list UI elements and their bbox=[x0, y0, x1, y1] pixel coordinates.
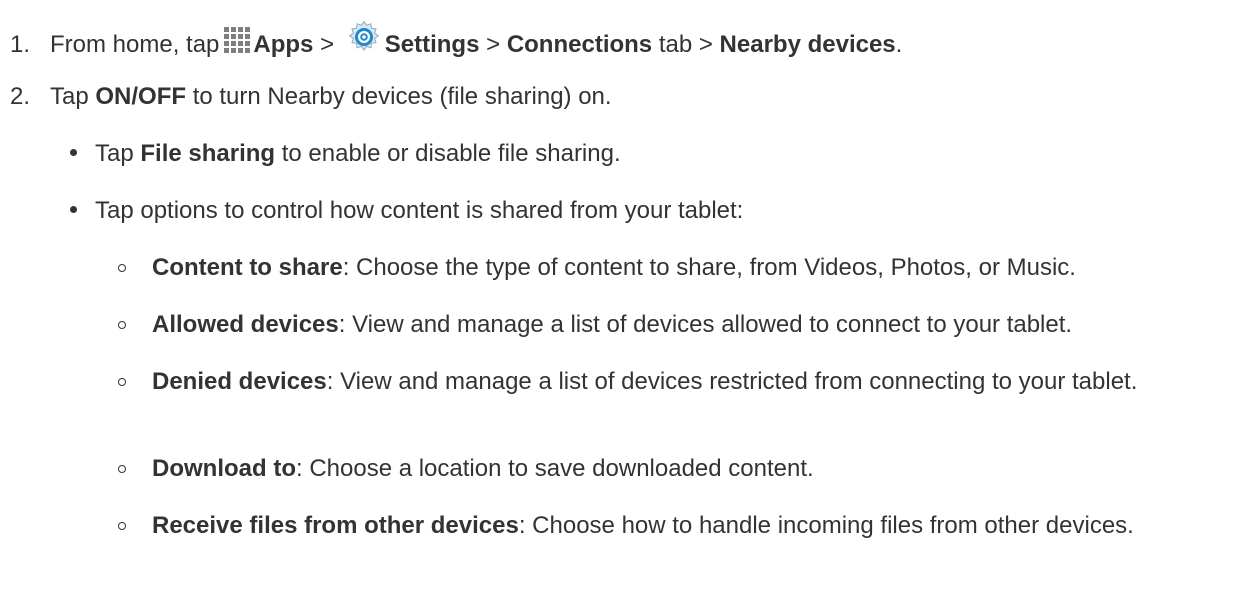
bullet-file-sharing: Tap File sharing to enable or disable fi… bbox=[66, 139, 621, 169]
sub-bullet-ring bbox=[118, 522, 126, 530]
step-text: to turn Nearby devices (file sharing) on… bbox=[186, 83, 612, 110]
step-number: 2. bbox=[10, 83, 31, 110]
option-denied-devices: Denied devices: View and manage a list o… bbox=[118, 367, 1222, 397]
step-text: From home, tap bbox=[50, 31, 220, 58]
settings-label: Settings bbox=[384, 31, 480, 58]
option-description: : View and manage a list of devices allo… bbox=[338, 311, 1073, 338]
option-download-to: Download to: Choose a location to save d… bbox=[118, 454, 1242, 484]
sub-bullet-ring bbox=[118, 465, 126, 473]
on-off-label: ON/OFF bbox=[95, 83, 187, 110]
bullet-dot bbox=[70, 149, 77, 157]
option-description: : Choose how to handle incoming files fr… bbox=[518, 512, 1134, 539]
option-label: Denied devices bbox=[152, 368, 327, 395]
nearby-devices-label: Nearby devices bbox=[719, 31, 896, 58]
step-text: tab > bbox=[652, 31, 720, 58]
settings-gear-icon bbox=[347, 20, 381, 54]
option-description: : View and manage a list of devices rest… bbox=[326, 368, 1138, 395]
option-receive-files: Receive files from other devices: Choose… bbox=[118, 511, 1192, 541]
step-text: Tap bbox=[50, 83, 96, 110]
option-label: Content to share bbox=[152, 254, 343, 281]
step-1: 1. From home, tap Apps > Settings > Conne… bbox=[10, 20, 902, 60]
separator: > bbox=[313, 31, 341, 58]
bullet-options: Tap options to control how content is sh… bbox=[66, 196, 743, 226]
separator: > bbox=[479, 31, 507, 58]
option-description: : Choose a location to save downloaded c… bbox=[295, 455, 814, 482]
option-content-to-share: Content to share: Choose the type of con… bbox=[118, 253, 1242, 283]
step-number: 1. bbox=[10, 31, 31, 58]
option-label: Download to bbox=[152, 455, 296, 482]
sub-bullet-ring bbox=[118, 264, 126, 272]
file-sharing-label: File sharing bbox=[140, 140, 276, 167]
bullet-text: Tap bbox=[95, 140, 141, 167]
sub-bullet-ring bbox=[118, 378, 126, 386]
apps-label: Apps bbox=[253, 31, 314, 58]
option-label: Receive files from other devices bbox=[152, 512, 519, 539]
bullet-text: to enable or disable file sharing. bbox=[275, 140, 621, 167]
step-text: . bbox=[895, 31, 903, 58]
apps-grid-icon bbox=[223, 26, 251, 54]
bullet-text: Tap options to control how content is sh… bbox=[95, 197, 744, 224]
step-2: 2. Tap ON/OFF to turn Nearby devices (fil… bbox=[10, 82, 612, 112]
option-description: : Choose the type of content to share, f… bbox=[342, 254, 1076, 281]
option-label: Allowed devices bbox=[152, 311, 339, 338]
option-allowed-devices: Allowed devices: View and manage a list … bbox=[118, 310, 1242, 340]
sub-bullet-ring bbox=[118, 321, 126, 329]
bullet-dot bbox=[70, 206, 77, 214]
connections-label: Connections bbox=[506, 31, 653, 58]
